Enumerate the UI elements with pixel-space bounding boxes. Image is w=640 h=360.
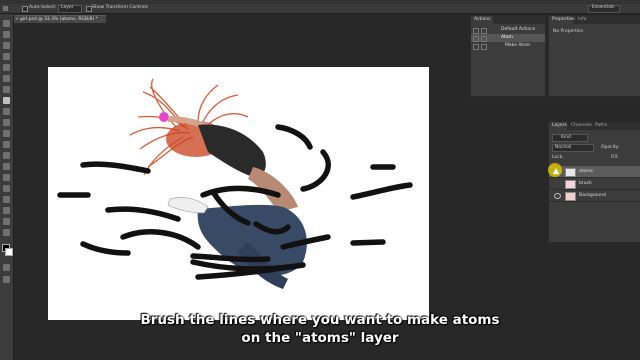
toggle-checkbox[interactable] (473, 44, 479, 50)
eraser-tool-icon[interactable] (3, 130, 10, 137)
layers-tabbar: Layers Channels Paths (549, 122, 640, 130)
lock-label: Lock: (552, 155, 564, 160)
pen-tool-icon[interactable] (3, 174, 10, 181)
history-brush-tool-icon[interactable] (3, 119, 10, 126)
opacity-label: Opacity: (601, 145, 620, 150)
path-select-tool-icon[interactable] (3, 196, 10, 203)
brush-stroke (105, 206, 181, 222)
layer-thumbnail (565, 168, 576, 177)
healing-tool-icon[interactable] (3, 86, 10, 93)
action-set-default[interactable]: Default Actions (471, 26, 545, 34)
brush-tool-icon[interactable] (3, 97, 10, 104)
auto-select-checkbox[interactable] (22, 6, 28, 12)
tab-paths[interactable]: Paths (595, 123, 607, 129)
action-label: Atom (501, 35, 513, 40)
brush-stroke (80, 241, 131, 256)
layer-thumbnail (565, 192, 576, 201)
visibility-eye-icon[interactable] (554, 193, 561, 199)
shape-tool-icon[interactable] (3, 207, 10, 214)
mouse-cursor-icon (553, 168, 559, 174)
move-tool-icon[interactable] (3, 20, 10, 27)
tab-actions[interactable]: Actions (474, 17, 490, 23)
visibility-eye-icon[interactable] (554, 181, 561, 187)
properties-tabbar: Properties Info (549, 16, 640, 24)
brush-stroke (120, 229, 201, 250)
dialog-toggle[interactable] (481, 44, 487, 50)
layer-row-background[interactable]: Background (549, 190, 640, 202)
blur-tool-icon[interactable] (3, 152, 10, 159)
action-make-atom[interactable]: Make Atom (471, 42, 545, 50)
fill-label: Fill: (611, 155, 619, 160)
brush-stroke (300, 149, 331, 192)
layer-filter-dropdown[interactable]: Kind (552, 134, 588, 142)
stamp-tool-icon[interactable] (3, 108, 10, 115)
workspace-label: Essentials (592, 5, 615, 10)
blend-mode-dropdown[interactable]: Normal (552, 144, 594, 152)
canvas-artwork (57, 78, 413, 289)
layer-thumbnail (565, 180, 576, 189)
tab-properties[interactable]: Properties (552, 17, 575, 23)
brush-stroke (80, 161, 151, 174)
transform-controls-label: Show Transform Controls (92, 5, 148, 10)
layers-panel: Layers Channels Paths Kind Normal Opacit… (548, 121, 640, 243)
brush-stroke (350, 182, 413, 200)
tools-panel (0, 14, 14, 360)
lasso-tool-icon[interactable] (3, 42, 10, 49)
document-canvas[interactable] (48, 67, 429, 320)
dancer-shoe (167, 197, 209, 214)
action-label: Default Actions (501, 27, 536, 32)
auto-select-label: Auto-Select: (29, 5, 57, 10)
action-label: Make Atom (505, 43, 531, 48)
dodge-tool-icon[interactable] (3, 163, 10, 170)
no-properties-text: No Properties (553, 29, 584, 34)
marquee-tool-icon[interactable] (3, 31, 10, 38)
layer-row-brush[interactable]: brush (549, 178, 640, 190)
crop-tool-icon[interactable] (3, 64, 10, 71)
hand-tool-icon[interactable] (3, 218, 10, 225)
tab-channels[interactable]: Channels (571, 123, 592, 129)
tab-info[interactable]: Info (578, 17, 587, 23)
layer-name: brush (579, 181, 592, 186)
pink-accent (159, 112, 169, 122)
actions-tabbar: Actions (471, 16, 545, 24)
quick-mask-icon[interactable] (3, 264, 10, 271)
quick-select-tool-icon[interactable] (3, 53, 10, 60)
auto-select-value: Layer (61, 5, 74, 10)
eyedropper-tool-icon[interactable] (3, 75, 10, 82)
options-bar: Auto-Select: Layer Show Transform Contro… (0, 4, 640, 14)
layer-name: atoms (579, 169, 594, 174)
layer-name: Background (579, 193, 606, 198)
brush-stroke (350, 239, 386, 246)
filter-kind-label: Kind (561, 135, 571, 140)
background-color-swatch[interactable] (5, 248, 13, 256)
zoom-tool-icon[interactable] (3, 229, 10, 236)
close-icon[interactable]: × (15, 17, 19, 23)
actions-panel: Actions Default Actions Atom Make Atom (470, 15, 546, 97)
action-set-atom[interactable]: Atom (471, 34, 545, 42)
brush-stroke (275, 124, 313, 150)
tutorial-caption: Brush the lines where you want to make a… (120, 311, 520, 351)
move-tool-icon[interactable] (3, 6, 8, 11)
tab-layers[interactable]: Layers (552, 123, 567, 129)
gradient-tool-icon[interactable] (3, 141, 10, 148)
caption-line-2: on the "atoms" layer (241, 330, 399, 346)
document-title: girl.psd @ 33.3% (atoms, RGB/8) * (20, 17, 98, 22)
layer-row-atoms[interactable]: atoms (549, 166, 640, 178)
properties-panel: Properties Info No Properties (548, 15, 640, 97)
blend-mode-value: Normal (555, 145, 572, 150)
type-tool-icon[interactable] (3, 185, 10, 192)
caption-line-1: Brush the lines where you want to make a… (140, 312, 500, 328)
screen-mode-icon[interactable] (3, 276, 10, 283)
